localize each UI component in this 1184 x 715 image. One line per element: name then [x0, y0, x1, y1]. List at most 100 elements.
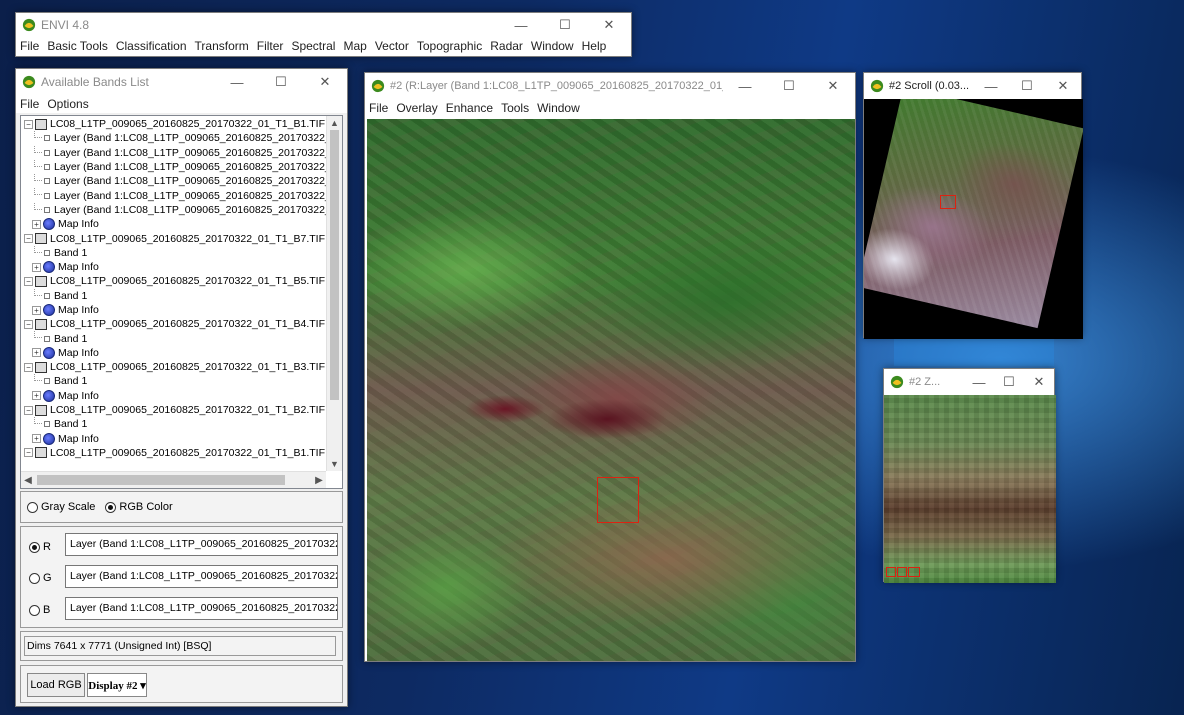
map-info-node[interactable]: + Map Info	[24, 217, 324, 231]
menu-file[interactable]: File	[20, 39, 39, 53]
zoom-canvas[interactable]	[884, 395, 1056, 583]
band-node[interactable]: Layer (Band 1:LC08_L1TP_009065_20160825_…	[24, 188, 337, 202]
zoom-titlebar[interactable]: #2 Z... — ☐ ✕	[884, 369, 1054, 395]
close-button[interactable]: ✕	[1045, 73, 1081, 99]
scroll-thumb[interactable]	[37, 475, 285, 485]
menu-overlay[interactable]: Overlay	[396, 101, 437, 115]
maximize-button[interactable]: ☐	[994, 369, 1024, 395]
scroll-right-arrow-icon[interactable]: ▶	[312, 472, 326, 488]
minimize-button[interactable]: —	[973, 73, 1009, 99]
band-node[interactable]: Layer (Band 1:LC08_L1TP_009065_20160825_…	[24, 159, 337, 174]
minimize-button[interactable]: —	[215, 69, 259, 95]
menu-transform[interactable]: Transform	[195, 39, 249, 53]
menu-tools[interactable]: Tools	[501, 101, 529, 115]
expand-toggle-icon[interactable]: +	[32, 391, 41, 401]
close-button[interactable]: ✕	[1024, 369, 1054, 395]
close-button[interactable]: ✕	[811, 73, 855, 99]
band-node[interactable]: Band 1	[24, 288, 324, 303]
menu-classification[interactable]: Classification	[116, 39, 187, 53]
menu-help[interactable]: Help	[582, 39, 607, 53]
expand-toggle-icon[interactable]: +	[32, 219, 41, 229]
expand-toggle-icon[interactable]: +	[32, 434, 41, 444]
blue-channel-field[interactable]: Layer (Band 1:LC08_L1TP_009065_20160825_…	[65, 597, 338, 620]
tree-vertical-scrollbar[interactable]: ▲ ▼	[326, 116, 342, 471]
scroll-overview-canvas[interactable]	[864, 99, 1083, 339]
maximize-button[interactable]: ☐	[767, 73, 811, 99]
collapse-toggle-icon[interactable]: −	[24, 448, 33, 458]
map-info-node[interactable]: + Map Info	[24, 260, 324, 274]
red-channel-radio[interactable]	[29, 541, 40, 553]
band-node[interactable]: Band 1	[24, 245, 324, 260]
minimize-button[interactable]: —	[964, 369, 994, 395]
menu-file[interactable]: File	[20, 97, 39, 111]
collapse-toggle-icon[interactable]: −	[24, 319, 33, 329]
file-node[interactable]: − LC08_L1TP_009065_20160825_20170322_01_T…	[24, 231, 325, 245]
rgb-color-radio[interactable]	[105, 501, 117, 513]
expand-toggle-icon[interactable]: +	[32, 262, 41, 272]
green-channel-radio[interactable]	[29, 572, 40, 584]
image-titlebar[interactable]: #2 (R:Layer (Band 1:LC08_L1TP_009065_201…	[365, 73, 855, 99]
menu-vector[interactable]: Vector	[375, 39, 409, 53]
map-info-node[interactable]: + Map Info	[24, 389, 324, 403]
file-node[interactable]: − LC08_L1TP_009065_20160825_20170322_01_T…	[24, 317, 325, 331]
maximize-button[interactable]: ☐	[543, 13, 587, 37]
map-info-node[interactable]: + Map Info	[24, 303, 324, 317]
zoom-toggle-control[interactable]	[908, 567, 920, 577]
band-node[interactable]: Layer (Band 1:LC08_L1TP_009065_20160825_…	[24, 202, 337, 217]
blue-channel-radio[interactable]	[29, 604, 40, 616]
file-node[interactable]: − LC08_L1TP_009065_20160825_20170322_01_T…	[24, 446, 325, 460]
zoom-in-control[interactable]	[897, 567, 907, 577]
menu-options[interactable]: Options	[47, 97, 88, 111]
zoom-out-control[interactable]	[886, 567, 896, 577]
menu-topographic[interactable]: Topographic	[417, 39, 482, 53]
collapse-toggle-icon[interactable]: −	[24, 405, 33, 415]
menu-enhance[interactable]: Enhance	[446, 101, 493, 115]
band-node[interactable]: Layer (Band 1:LC08_L1TP_009065_20160825_…	[24, 145, 337, 160]
menu-radar[interactable]: Radar	[490, 39, 523, 53]
minimize-button[interactable]: —	[723, 73, 767, 99]
band-node[interactable]: Layer (Band 1:LC08_L1TP_009065_20160825_…	[24, 174, 337, 188]
scroll-titlebar[interactable]: #2 Scroll (0.03... — ☐ ✕	[864, 73, 1081, 99]
minimize-button[interactable]: —	[499, 13, 543, 37]
menu-map[interactable]: Map	[343, 39, 366, 53]
collapse-toggle-icon[interactable]: −	[24, 234, 33, 244]
scroll-thumb[interactable]	[330, 130, 339, 400]
file-node[interactable]: − LC08_L1TP_009065_20160825_20170322_01_T…	[24, 117, 325, 131]
menu-filter[interactable]: Filter	[257, 39, 284, 53]
close-button[interactable]: ✕	[303, 69, 347, 95]
menu-basic-tools[interactable]: Basic Tools	[47, 39, 107, 53]
collapse-toggle-icon[interactable]: −	[24, 119, 33, 129]
tree-horizontal-scrollbar[interactable]: ◀ ▶	[21, 471, 326, 488]
display-select[interactable]: Display #2 ▾	[87, 673, 147, 697]
band-node[interactable]: Band 1	[24, 417, 324, 431]
red-channel-field[interactable]: Layer (Band 1:LC08_L1TP_009065_20160825_…	[65, 533, 338, 556]
collapse-toggle-icon[interactable]: −	[24, 276, 33, 286]
expand-toggle-icon[interactable]: +	[32, 305, 41, 315]
scroll-up-arrow-icon[interactable]: ▲	[327, 116, 342, 130]
image-window-indicator[interactable]	[940, 195, 956, 209]
green-channel-field[interactable]: Layer (Band 1:LC08_L1TP_009065_20160825_…	[65, 565, 338, 588]
band-node[interactable]: Layer (Band 1:LC08_L1TP_009065_20160825_…	[24, 131, 337, 145]
envi-main-titlebar[interactable]: ENVI 4.8 — ☐ ✕	[16, 13, 631, 37]
menu-window[interactable]: Window	[537, 101, 580, 115]
map-info-node[interactable]: + Map Info	[24, 432, 324, 446]
band-node[interactable]: Band 1	[24, 331, 324, 345]
maximize-button[interactable]: ☐	[1009, 73, 1045, 99]
menu-spectral[interactable]: Spectral	[291, 39, 335, 53]
bands-titlebar[interactable]: Available Bands List — ☐ ✕	[16, 69, 347, 95]
close-button[interactable]: ✕	[587, 13, 631, 37]
scroll-left-arrow-icon[interactable]: ◀	[21, 472, 35, 488]
maximize-button[interactable]: ☐	[259, 69, 303, 95]
gray-scale-radio[interactable]	[27, 501, 38, 513]
zoom-box-indicator[interactable]	[597, 477, 639, 523]
band-node[interactable]: Band 1	[24, 374, 324, 388]
file-node[interactable]: − LC08_L1TP_009065_20160825_20170322_01_T…	[24, 274, 325, 288]
scroll-down-arrow-icon[interactable]: ▼	[327, 457, 342, 471]
menu-window[interactable]: Window	[531, 39, 574, 53]
file-node[interactable]: − LC08_L1TP_009065_20160825_20170322_01_T…	[24, 360, 325, 374]
file-node[interactable]: − LC08_L1TP_009065_20160825_20170322_01_T…	[24, 403, 325, 417]
menu-file[interactable]: File	[369, 101, 388, 115]
load-rgb-button[interactable]: Load RGB	[27, 673, 85, 697]
expand-toggle-icon[interactable]: +	[32, 348, 41, 358]
satellite-image-canvas[interactable]	[367, 119, 855, 661]
